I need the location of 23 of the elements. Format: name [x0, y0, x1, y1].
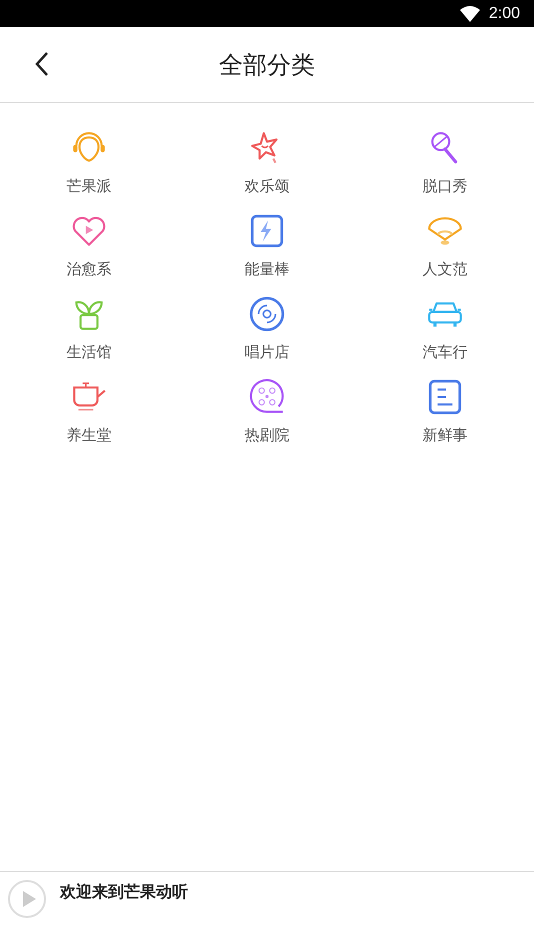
play-icon: [21, 890, 37, 908]
category-item[interactable]: 人文范: [356, 212, 534, 279]
category-item[interactable]: 治愈系: [0, 212, 178, 279]
category-item[interactable]: 热剧院: [178, 378, 356, 445]
category-item[interactable]: 汽车行: [356, 295, 534, 362]
lightning-icon: [248, 212, 286, 250]
back-button[interactable]: [34, 51, 50, 77]
category-item[interactable]: 能量棒: [178, 212, 356, 279]
disc-icon: [248, 295, 286, 333]
category-item[interactable]: 唱片店: [178, 295, 356, 362]
page-title: 全部分类: [219, 50, 315, 80]
category-item[interactable]: 欢乐颂: [178, 129, 356, 196]
category-item[interactable]: 芒果派: [0, 129, 178, 196]
document-icon: [426, 378, 464, 416]
category-item[interactable]: 新鲜事: [356, 378, 534, 445]
category-item[interactable]: 生活馆: [0, 295, 178, 362]
player-title: 欢迎来到芒果动听: [60, 882, 188, 903]
film-reel-icon: [248, 378, 286, 416]
back-icon: [34, 51, 50, 77]
category-item[interactable]: 养生堂: [0, 378, 178, 445]
status-time: 2:00: [488, 4, 520, 22]
wifi-icon: [460, 6, 480, 22]
category-item[interactable]: 脱口秀: [356, 129, 534, 196]
